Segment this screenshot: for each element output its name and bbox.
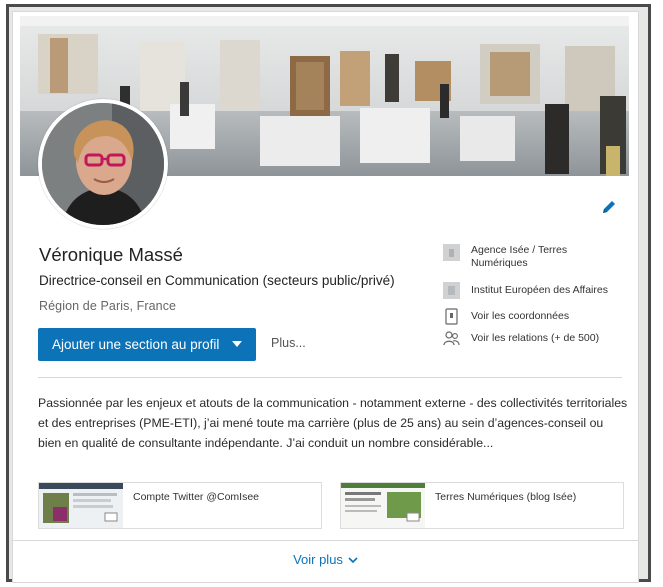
profile-avatar[interactable] — [38, 99, 168, 229]
chevron-down-icon — [232, 341, 242, 347]
see-more-label: Voir plus — [293, 552, 343, 567]
footer-divider — [13, 540, 638, 541]
section-divider — [38, 377, 622, 378]
current-company-label: Agence Isée / Terres Numériques — [471, 244, 568, 269]
contact-card-icon — [443, 308, 460, 325]
profile-card: Véronique Massé Directrice-conseil en Co… — [12, 11, 639, 583]
media-item-blog[interactable]: Terres Numériques (blog Isée) — [340, 482, 624, 529]
more-actions-button[interactable]: Plus... — [271, 336, 306, 350]
blog-thumbnail-icon — [341, 483, 425, 528]
profile-summary: Passionnée par les enjeux et atouts de l… — [38, 396, 628, 450]
profile-location: Région de Paris, France — [39, 299, 177, 313]
twitter-thumbnail-icon — [39, 483, 123, 528]
media-item-twitter[interactable]: Compte Twitter @ComIsee — [38, 482, 322, 529]
media-item-blog-label: Terres Numériques (blog Isée) — [435, 491, 577, 503]
connections-label: Voir les relations (+ de 500) — [471, 332, 600, 344]
profile-headline: Directrice-conseil en Communication (sec… — [39, 273, 395, 288]
company-logo-icon — [443, 244, 460, 261]
edit-profile-pencil-icon[interactable] — [599, 197, 619, 217]
school-logo-icon — [443, 282, 460, 299]
add-profile-section-button[interactable]: Ajouter une section au profil — [38, 328, 256, 361]
contact-info-link[interactable]: Voir les coordonnées — [443, 308, 569, 325]
contact-info-label: Voir les coordonnées — [471, 310, 570, 322]
education-item[interactable]: Institut Européen des Affaires — [443, 282, 608, 299]
see-more-button[interactable]: Voir plus — [13, 552, 638, 567]
chevron-down-icon — [348, 552, 358, 567]
people-icon — [443, 330, 460, 347]
profile-name: Véronique Massé — [39, 244, 183, 265]
media-item-twitter-label: Compte Twitter @ComIsee — [133, 491, 260, 503]
add-profile-section-label: Ajouter une section au profil — [52, 337, 220, 352]
current-company-item[interactable]: Agence Isée / Terres Numériques — [443, 244, 581, 270]
connections-link[interactable]: Voir les relations (+ de 500) — [443, 330, 599, 347]
education-label: Institut Européen des Affaires — [471, 284, 608, 296]
